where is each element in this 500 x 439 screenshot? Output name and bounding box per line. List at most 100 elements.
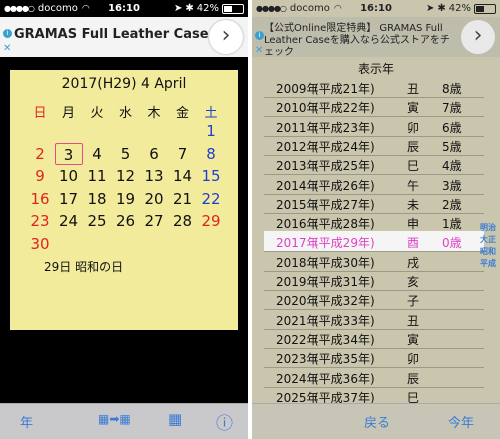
year-row[interactable]: 2013年 (平成25年) 巳 4歳	[264, 154, 484, 176]
calendar-day[interactable]: 19	[112, 188, 140, 210]
year-row[interactable]: 2012年 (平成24年) 辰 5歳	[264, 135, 484, 156]
year-cell: 亥	[407, 275, 420, 289]
year-cell: (平成33年)	[314, 313, 375, 328]
year-cell: 4歳	[442, 159, 462, 174]
calendar-day[interactable]: 30	[26, 233, 54, 255]
calendar-day[interactable]: 1	[197, 120, 225, 142]
year-cell: (平成28年)	[314, 217, 375, 232]
ad-close-icon[interactable]: ✕	[255, 45, 263, 56]
year-cell: 申	[407, 217, 420, 232]
calendar-day[interactable]: 22	[197, 188, 225, 210]
year-cell: 巳	[407, 159, 420, 174]
calendar-day[interactable]: 6	[140, 143, 168, 165]
calendar-day[interactable]: 13	[140, 165, 168, 187]
info-icon[interactable]: ⓘ	[216, 409, 233, 434]
calendar-day[interactable]: 24	[55, 210, 83, 232]
year-button[interactable]: 年	[20, 412, 33, 431]
battery-percent: 42%	[448, 3, 471, 14]
calendar-day[interactable]: 10	[55, 165, 83, 187]
calendar-day[interactable]: 14	[169, 165, 197, 187]
holiday-note: 29日 昭和の日	[44, 260, 124, 274]
calendar-day[interactable]: 18	[83, 188, 111, 210]
ad-chevron-right-icon[interactable]: ›	[209, 20, 243, 54]
this-year-button[interactable]: 今年	[448, 412, 474, 431]
year-cell: (平成24年)	[314, 139, 375, 154]
calendar-day[interactable]: 3	[54, 142, 83, 165]
year-cell: 2016年	[276, 217, 319, 232]
year-cell: (平成34年)	[314, 332, 375, 347]
year-row[interactable]: 2021年 (平成33年) 丑	[264, 309, 484, 330]
calendar-day[interactable]: 2	[26, 143, 54, 165]
calendar-day[interactable]: 9	[26, 165, 54, 187]
ad-banner[interactable]: 【公式Online限定特典】 GRAMAS Full Leather Caseを…	[252, 17, 500, 58]
ad-info-icon[interactable]: i	[3, 29, 12, 38]
weekday-header: 月	[61, 106, 75, 121]
era-index-item[interactable]: 昭和	[480, 246, 496, 258]
year-row[interactable]: 2023年 (平成35年) 卯	[264, 347, 484, 369]
calendar-day[interactable]: 20	[140, 188, 168, 210]
era-index-item[interactable]: 明治	[480, 222, 496, 234]
convert-icon[interactable]: ▦➡▦	[98, 412, 131, 426]
ad-chevron-right-icon[interactable]: ›	[461, 20, 495, 54]
year-cell: 卯	[407, 352, 420, 367]
calendar-day[interactable]: 5	[112, 143, 140, 165]
calendar-day[interactable]: 15	[197, 165, 225, 187]
year-cell: 2015年	[276, 197, 319, 212]
ad-title: GRAMAS Full Leather Case	[14, 27, 209, 42]
calendar-day[interactable]: 4	[83, 143, 111, 165]
era-index-item[interactable]: 平成	[480, 258, 496, 270]
year-cell: 8歳	[442, 82, 462, 96]
year-cell: (平成36年)	[314, 371, 375, 386]
ad-banner[interactable]: i ✕ GRAMAS Full Leather Case ›	[0, 17, 248, 57]
year-row[interactable]: 2010年 (平成22年) 寅 7歳	[264, 96, 484, 118]
year-cell: 未	[407, 197, 420, 212]
ad-info-icon[interactable]: i	[255, 31, 264, 40]
year-cell: 2020年	[276, 294, 319, 309]
year-cell: (平成35年)	[314, 352, 375, 367]
calendar-day[interactable]: 28	[169, 210, 197, 232]
year-cell: 5歳	[442, 139, 462, 154]
ad-close-icon[interactable]: ✕	[3, 43, 11, 54]
year-row[interactable]: 2009年 (平成21年) 丑 8歳	[264, 77, 484, 98]
year-cell: 酉	[407, 236, 420, 251]
year-row[interactable]: 2011年 (平成23年) 卯 6歳	[264, 116, 484, 137]
grid-icon[interactable]: ▦	[168, 410, 182, 428]
calendar-day[interactable]: 7	[169, 143, 197, 165]
location-icon: ➤	[425, 3, 435, 14]
era-index-item[interactable]: 大正	[480, 234, 496, 246]
year-cell: 3歳	[442, 178, 462, 193]
calendar-day[interactable]: 11	[83, 165, 111, 187]
year-row[interactable]: 2019年 (平成31年) 亥	[264, 270, 484, 291]
calendar-day[interactable]: 17	[55, 188, 83, 210]
calendar-day[interactable]: 29	[197, 210, 225, 232]
back-button[interactable]: 戻る	[364, 412, 390, 431]
year-row[interactable]: 2015年 (平成27年) 未 2歳	[264, 193, 484, 214]
era-index[interactable]: 明治 大正 昭和 平成	[480, 222, 496, 270]
year-row[interactable]: 2020年 (平成32年) 子	[264, 289, 484, 311]
year-cell: 辰	[407, 371, 420, 386]
calendar-day[interactable]: 16	[26, 188, 54, 210]
year-cell: (平成25年)	[314, 159, 375, 174]
year-row[interactable]: 2016年 (平成28年) 申 1歳	[264, 212, 484, 234]
year-row[interactable]: 2018年 (平成30年) 戌	[264, 251, 484, 272]
year-cell: 2017年	[276, 236, 319, 251]
year-cell: (平成29年)	[314, 236, 375, 251]
calendar-day[interactable]: 12	[112, 165, 140, 187]
year-row[interactable]: 2022年 (平成34年) 寅	[264, 328, 484, 349]
calendar-day[interactable]: 8	[197, 143, 225, 165]
calendar-day[interactable]: 25	[83, 210, 111, 232]
calendar-day[interactable]: 26	[112, 210, 140, 232]
year-cell: 2歳	[442, 197, 462, 212]
weekday-header: 土	[204, 106, 218, 121]
calendar-day[interactable]: 21	[169, 188, 197, 210]
ad-text-line-3: ェック	[264, 47, 294, 58]
year-cell: 2013年	[276, 159, 319, 174]
weekday-header: 火	[90, 106, 104, 121]
calendar-day[interactable]: 27	[140, 210, 168, 232]
calendar-day[interactable]: 23	[26, 210, 54, 232]
status-bar: ●●●●○ docomo ◠ 16:10 ➤ ✱ 42%	[0, 0, 248, 17]
year-row[interactable]: 2017年 (平成29年) 酉 0歳	[264, 231, 484, 253]
year-row[interactable]: 2024年 (平成36年) 辰	[264, 367, 484, 388]
year-row[interactable]: 2014年 (平成26年) 午 3歳	[264, 174, 484, 195]
bluetooth-icon: ✱	[185, 3, 194, 14]
